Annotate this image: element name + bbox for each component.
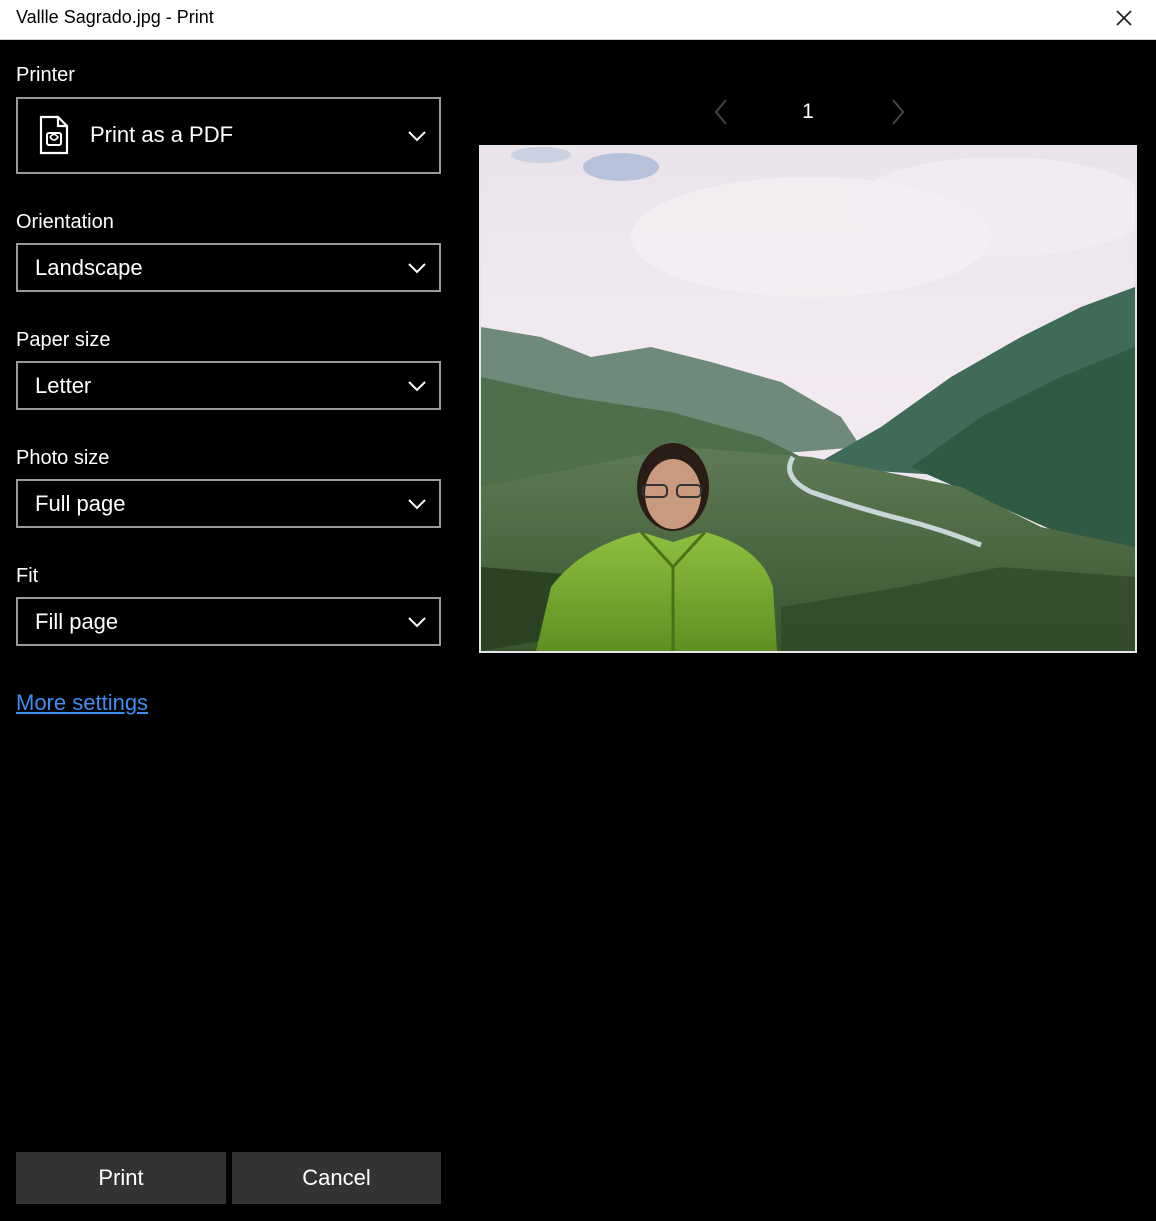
chevron-down-icon [408,131,426,142]
printer-value: Print as a PDF [90,122,234,147]
photo-size-value: Full page [35,491,126,516]
orientation-label: Orientation [16,211,114,233]
page-number: 1 [802,100,814,123]
preview-photo [481,147,1135,651]
chevron-down-icon [408,499,426,510]
print-button[interactable]: Print [16,1152,226,1204]
chevron-down-icon [408,381,426,392]
cancel-button[interactable]: Cancel [232,1152,441,1204]
orientation-value: Landscape [35,255,143,280]
paper-size-value: Letter [35,373,92,398]
title-bar: Vallle Sagrado.jpg - Print [0,0,1156,40]
photo-size-dropdown[interactable]: Full page [16,479,441,528]
chevron-right-icon[interactable] [886,96,910,128]
printer-dropdown[interactable]: Print as a PDF [16,97,441,174]
fit-value: Fill page [35,609,119,634]
paper-size-label: Paper size [16,329,111,351]
pdf-document-icon [39,115,69,155]
orientation-dropdown[interactable]: Landscape [16,243,441,292]
chevron-left-icon[interactable] [709,96,733,128]
fit-dropdown[interactable]: Fill page [16,597,441,646]
chevron-down-icon [408,617,426,628]
close-icon[interactable] [1110,4,1138,32]
photo-size-label: Photo size [16,447,110,469]
print-preview [479,145,1137,653]
paper-size-dropdown[interactable]: Letter [16,361,441,410]
window-title: Vallle Sagrado.jpg - Print [16,7,214,27]
more-settings-link[interactable]: More settings [16,690,148,716]
fit-label: Fit [16,565,39,587]
printer-label: Printer [16,64,75,86]
chevron-down-icon [408,263,426,274]
